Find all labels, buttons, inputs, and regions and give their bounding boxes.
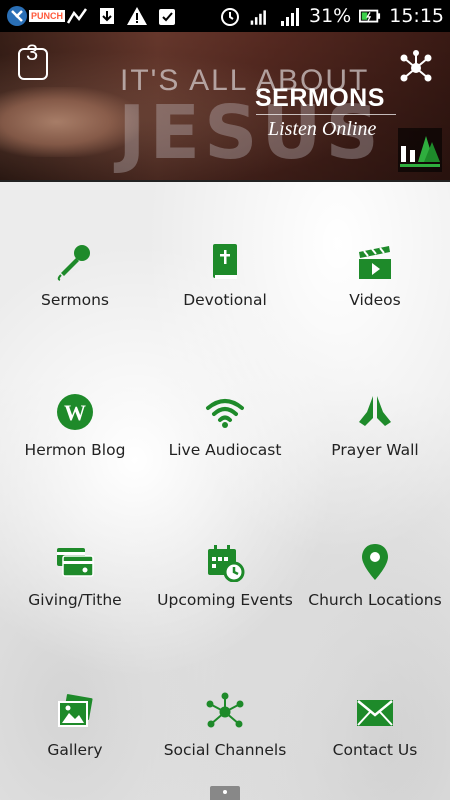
banner-title: SERMONS bbox=[255, 84, 385, 112]
menu-item-church-locations[interactable]: Church Locations bbox=[300, 482, 450, 632]
menu-item-label: Giving/Tithe bbox=[28, 591, 122, 609]
network-icon bbox=[205, 692, 245, 732]
page-indicator[interactable] bbox=[210, 786, 240, 800]
menu-item-label: Upcoming Events bbox=[157, 591, 293, 609]
menu-item-devotional[interactable]: Devotional bbox=[150, 182, 300, 332]
envelope-icon bbox=[355, 692, 395, 732]
gallery-icon bbox=[55, 692, 95, 732]
banner-subtitle: Listen Online bbox=[268, 118, 377, 140]
menu-grid: Sermons Devotional Videos W Hermon Blog … bbox=[0, 182, 450, 800]
wifi-icon bbox=[205, 392, 245, 432]
battery-percent: 31% bbox=[309, 5, 352, 27]
bible-icon bbox=[205, 242, 245, 282]
clapperboard-icon bbox=[355, 242, 395, 282]
microphone-icon bbox=[55, 242, 95, 282]
menu-item-label: Live Audiocast bbox=[168, 441, 282, 459]
signal-h-icon bbox=[249, 5, 271, 27]
menu-item-label: Social Channels bbox=[163, 741, 287, 759]
trending-icon bbox=[66, 5, 88, 27]
menu-item-videos[interactable]: Videos bbox=[300, 182, 450, 332]
menu-item-label: Sermons bbox=[41, 291, 109, 309]
credit-cards-icon bbox=[55, 542, 95, 582]
battery-charging-icon bbox=[359, 5, 381, 27]
warning-icon bbox=[126, 5, 148, 27]
menu-item-sermons[interactable]: Sermons bbox=[0, 182, 150, 332]
menu-item-upcoming-events[interactable]: Upcoming Events bbox=[150, 482, 300, 632]
menu-item-label: Gallery bbox=[47, 741, 103, 759]
wordpress-icon: W bbox=[55, 392, 95, 432]
menu-item-social-channels[interactable]: Social Channels bbox=[150, 632, 300, 782]
menu-item-label: Videos bbox=[349, 291, 401, 309]
punch-news-icon: PUNCH bbox=[29, 10, 66, 22]
menu-item-label: Devotional bbox=[183, 291, 267, 309]
menu-item-label: Contact Us bbox=[332, 741, 418, 759]
clock-time: 15:15 bbox=[389, 5, 444, 27]
menu-item-gallery[interactable]: Gallery bbox=[0, 632, 150, 782]
notification-count: 3 bbox=[26, 40, 39, 65]
banner-divider bbox=[256, 114, 396, 115]
menu-item-live-audiocast[interactable]: Live Audiocast bbox=[150, 332, 300, 482]
download-icon bbox=[96, 5, 118, 27]
menu-item-giving-tithe[interactable]: Giving/Tithe bbox=[0, 482, 150, 632]
app-notification-icon bbox=[6, 5, 28, 27]
map-pin-icon bbox=[355, 542, 395, 582]
menu-item-prayer-wall[interactable]: Prayer Wall bbox=[300, 332, 450, 482]
svg-text:W: W bbox=[64, 400, 86, 425]
share-icon[interactable] bbox=[398, 50, 434, 86]
church-logo bbox=[398, 128, 442, 172]
menu-item-label: Church Locations bbox=[308, 591, 442, 609]
menu-item-hermon-blog[interactable]: W Hermon Blog bbox=[0, 332, 150, 482]
menu-item-label: Prayer Wall bbox=[331, 441, 419, 459]
calendar-clock-icon bbox=[205, 542, 245, 582]
alarm-clock-icon bbox=[219, 5, 241, 27]
menu-item-contact-us[interactable]: Contact Us bbox=[300, 632, 450, 782]
signal-icon bbox=[279, 5, 301, 27]
sermons-banner[interactable]: IT'S ALL ABOUT JESUS SERMONS Listen Onli… bbox=[0, 32, 450, 182]
menu-item-label: Hermon Blog bbox=[24, 441, 126, 459]
clipboard-check-icon bbox=[156, 5, 178, 27]
status-bar: PUNCH 31% 15:15 bbox=[0, 0, 450, 32]
praying-hands-icon bbox=[355, 392, 395, 432]
